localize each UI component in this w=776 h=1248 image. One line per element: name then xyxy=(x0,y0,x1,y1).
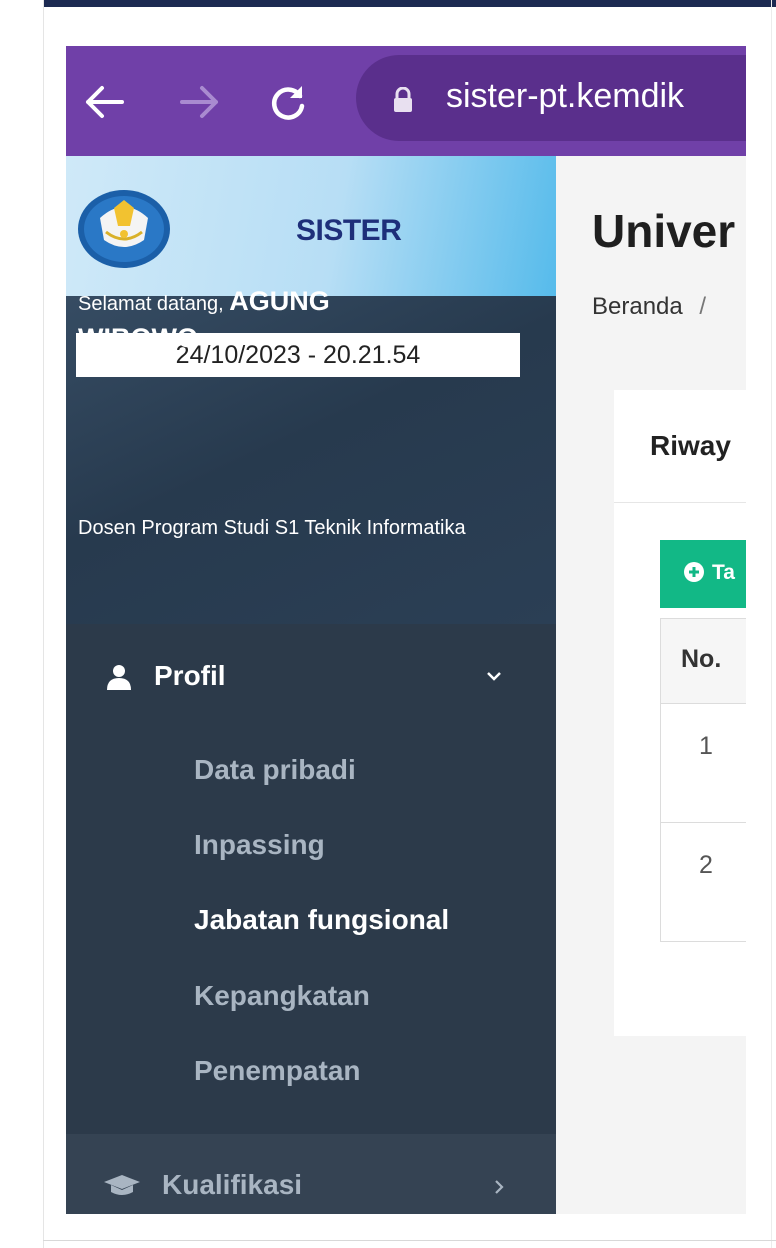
sidebar-item-kualifikasi[interactable]: Kualifikasi xyxy=(66,1134,556,1214)
chevron-down-icon xyxy=(487,672,501,681)
column-header-no: No. xyxy=(681,645,722,673)
main-content: Univer Beranda / Riway Ta No. 1 2 xyxy=(556,156,746,1214)
sidebar-subitem-inpassing[interactable]: Inpassing xyxy=(194,829,325,861)
breadcrumb: Beranda / xyxy=(592,293,706,321)
frame-edge xyxy=(43,0,44,1248)
history-card: Riway Ta No. 1 2 xyxy=(614,390,746,1036)
sidebar-subitem-penempatan[interactable]: Penempatan xyxy=(194,1055,361,1087)
breadcrumb-separator: / xyxy=(699,293,707,320)
graduation-cap-icon xyxy=(104,1175,140,1195)
brand-name: SISTER xyxy=(296,214,402,247)
row-number: 1 xyxy=(699,732,713,760)
sidebar: SISTER 24/10/2023 - 20.21.54 Selamat dat… xyxy=(66,156,556,1214)
sidebar-item-profil[interactable]: Profil xyxy=(66,624,556,734)
sidebar-subitem-kepangkatan[interactable]: Kepangkatan xyxy=(194,980,370,1012)
lock-icon xyxy=(394,87,412,112)
frame-edge xyxy=(771,0,772,1248)
card-title: Riway xyxy=(650,430,731,461)
add-button[interactable]: Ta xyxy=(660,540,746,608)
brand-header: SISTER xyxy=(66,156,556,296)
history-table: No. 1 2 xyxy=(660,618,746,942)
sidebar-subitem-data-pribadi[interactable]: Data pribadi xyxy=(194,754,356,786)
frame-edge xyxy=(43,1240,776,1241)
reload-icon xyxy=(272,86,305,120)
plus-circle-icon xyxy=(684,562,704,582)
browser-toolbar: sister-pt.kemdik xyxy=(66,46,746,156)
user-name-line2: WIBOWO xyxy=(78,323,198,353)
arrow-right-icon xyxy=(180,86,218,118)
sidebar-subitem-jabatan-fungsional[interactable]: Jabatan fungsional xyxy=(194,904,449,936)
top-edge xyxy=(44,0,776,7)
address-bar[interactable]: sister-pt.kemdik xyxy=(356,55,746,141)
reload-button[interactable] xyxy=(262,76,314,128)
add-button-label: Ta xyxy=(712,561,735,584)
row-number: 2 xyxy=(699,851,713,879)
breadcrumb-home[interactable]: Beranda xyxy=(592,293,683,320)
table-header: No. xyxy=(661,618,746,704)
arrow-left-icon xyxy=(86,86,124,118)
card-header: Riway xyxy=(614,390,746,503)
tut-wuri-handayani-logo xyxy=(78,190,170,268)
sidebar-menu-profil: Profil Data pribadi Inpassing Jabatan fu… xyxy=(66,624,556,1134)
back-button[interactable] xyxy=(78,76,130,128)
sidebar-item-label: Profil xyxy=(154,660,226,691)
table-row[interactable]: 1 xyxy=(661,704,746,823)
welcome-prefix: Selamat datang, xyxy=(78,293,230,315)
sidebar-item-label: Kualifikasi xyxy=(162,1169,303,1200)
welcome-text: Selamat datang, AGUNG WIBOWO xyxy=(78,284,508,358)
user-icon xyxy=(107,665,131,690)
forward-button[interactable] xyxy=(174,76,226,128)
url-text: sister-pt.kemdik xyxy=(446,77,685,115)
page-title: Univer xyxy=(592,205,736,257)
table-row[interactable]: 2 xyxy=(661,823,746,942)
user-name: AGUNG xyxy=(229,286,330,316)
user-role: Dosen Program Studi S1 Teknik Informatik… xyxy=(78,517,466,539)
chevron-right-icon xyxy=(495,1180,504,1194)
